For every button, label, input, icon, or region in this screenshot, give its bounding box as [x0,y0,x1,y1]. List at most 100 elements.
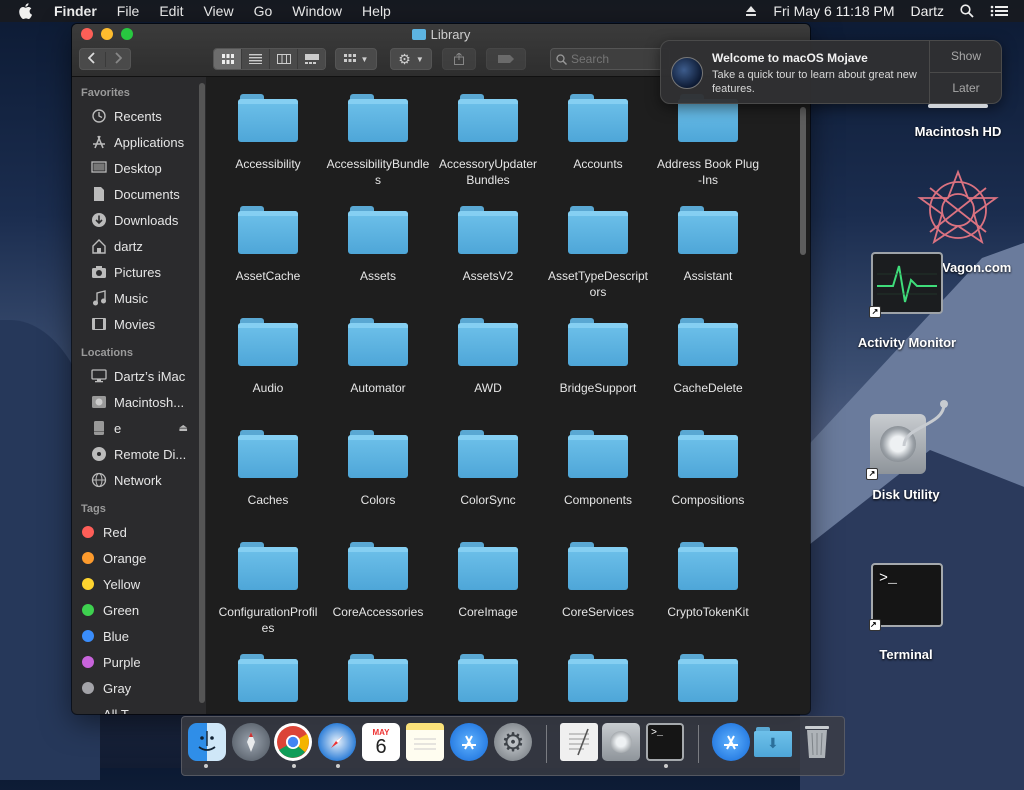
column-view-button[interactable] [270,49,298,69]
sidebar-item-dartz[interactable]: dartz [72,233,206,259]
list-view-button[interactable] [242,49,270,69]
sidebar-item-macintosh[interactable]: Macintosh... [72,389,206,415]
folder-item[interactable]: BridgeSupport [543,315,653,427]
search-field[interactable] [550,48,670,70]
sidebar-item-downloads[interactable]: Downloads [72,207,206,233]
sidebar-item-documents[interactable]: Documents [72,181,206,207]
dock-system-preferences-icon[interactable]: ⚙ [494,723,532,761]
sidebar-item-e[interactable]: e ⏏ [72,415,206,441]
folder-item[interactable]: Automator [323,315,433,427]
notification-later-button[interactable]: Later [930,73,1002,104]
folder-item[interactable]: Compositions [653,427,763,539]
dock-textedit-icon[interactable] [560,723,598,761]
menu-view[interactable]: View [203,3,233,19]
notification-show-button[interactable]: Show [930,41,1002,73]
welcome-notification[interactable]: Welcome to macOS Mojave Take a quick tou… [660,40,1002,104]
folder-item[interactable]: AssetCache [213,203,323,315]
folder-item[interactable]: Colors [323,427,433,539]
sidebar-item-movies[interactable]: Movies [72,311,206,337]
eject-icon[interactable] [745,5,757,17]
dock-launchpad-icon[interactable] [232,723,270,761]
desktop-item-disk-utility[interactable]: ↗ Disk Utility [850,396,962,504]
folder-item[interactable]: ColorSync [433,427,543,539]
forward-button[interactable] [106,51,131,67]
folder-item[interactable]: CoreImage [433,539,543,651]
dock-calendar-icon[interactable]: MAY 6 [362,723,400,761]
group-by-button[interactable]: ▼ [335,48,377,70]
folder-item[interactable] [543,651,653,714]
folder-item[interactable] [213,651,323,714]
dock-safari-icon[interactable] [318,723,356,761]
icon-view-button[interactable] [214,49,242,69]
sidebar-item-network[interactable]: Network [72,467,206,493]
folder-item[interactable]: AccessibilityBundles [323,91,433,203]
dock-terminal-icon[interactable]: >_ [646,723,684,761]
folder-item[interactable]: AWD [433,315,543,427]
apple-menu-icon[interactable] [18,3,36,19]
folder-item[interactable]: Assistant [653,203,763,315]
sidebar-tag-orange[interactable]: Orange [72,545,206,571]
menu-go[interactable]: Go [254,3,273,19]
gallery-view-button[interactable] [298,49,325,69]
folder-item[interactable]: CacheDelete [653,315,763,427]
menu-file[interactable]: File [117,3,140,19]
sidebar-item-pictures[interactable]: Pictures [72,259,206,285]
edit-tags-button[interactable] [486,48,526,70]
dock-app-store-icon[interactable] [450,723,488,761]
sidebar-item-dartz-s-imac[interactable]: Dartz’s iMac [72,363,206,389]
menu-edit[interactable]: Edit [159,3,183,19]
eject-icon[interactable]: ⏏ [179,423,188,434]
dock-applications-folder-icon[interactable] [712,723,750,761]
dock-chrome-icon[interactable] [274,723,312,761]
sidebar-item-desktop[interactable]: Desktop [72,155,206,181]
folder-item[interactable]: CryptoTokenKit [653,539,763,651]
share-button[interactable] [442,48,476,70]
menu-user[interactable]: Dartz [911,3,944,19]
desktop-item-macintosh-hd[interactable]: Macintosh HD [898,104,1018,140]
folder-item[interactable]: Components [543,427,653,539]
folder-item[interactable]: CoreServices [543,539,653,651]
desktop-item-activity-monitor[interactable]: ↗ Activity Monitor [850,252,964,352]
folder-item[interactable] [653,651,763,714]
content-scrollbar[interactable] [800,107,806,255]
folder-item[interactable]: Audio [213,315,323,427]
search-input[interactable] [567,52,661,66]
dock-downloads-folder-icon[interactable]: ⬇ [754,723,792,761]
sidebar-tag-purple[interactable]: Purple [72,649,206,675]
folder-item[interactable]: Address Book Plug-Ins [653,91,763,203]
dock-trash-icon[interactable] [798,723,836,761]
sidebar-item-remote-di[interactable]: Remote Di... [72,441,206,467]
folder-item[interactable]: AssetTypeDescriptors [543,203,653,315]
folder-item[interactable]: Assets [323,203,433,315]
sidebar-tag-all-t[interactable]: All T... [72,701,206,715]
desktop-item-terminal[interactable]: >_ ↗ Terminal [852,562,960,662]
folder-item[interactable]: Accessibility [213,91,323,203]
menu-help[interactable]: Help [362,3,391,19]
folder-item[interactable]: ConfigurationProfiles [213,539,323,651]
sidebar-item-music[interactable]: Music [72,285,206,311]
back-button[interactable] [80,51,106,67]
dock-notes-icon[interactable] [406,723,444,761]
sidebar-item-recents[interactable]: Recents [72,103,206,129]
folder-item[interactable]: AccessoryUpdaterBundles [433,91,543,203]
spotlight-search-icon[interactable] [960,4,974,18]
menu-clock[interactable]: Fri May 6 11:18 PM [773,3,894,19]
sidebar-tag-blue[interactable]: Blue [72,623,206,649]
dock-disk-utility-icon[interactable] [602,723,640,761]
menu-app-finder[interactable]: Finder [54,3,97,19]
folder-item[interactable]: Accounts [543,91,653,203]
folder-item[interactable]: CoreAccessories [323,539,433,651]
sidebar-item-applications[interactable]: Applications [72,129,206,155]
sidebar-tag-gray[interactable]: Gray [72,675,206,701]
folder-item[interactable] [433,651,543,714]
menu-window[interactable]: Window [292,3,342,19]
sidebar-scrollbar[interactable] [199,83,205,703]
folder-item[interactable] [323,651,433,714]
sidebar-tag-green[interactable]: Green [72,597,206,623]
sidebar-tag-yellow[interactable]: Yellow [72,571,206,597]
notification-center-icon[interactable] [990,5,1008,17]
folder-item[interactable]: Caches [213,427,323,539]
action-menu-button[interactable]: ⚙ ▼ [390,48,432,70]
sidebar-tag-red[interactable]: Red [72,519,206,545]
dock-finder-icon[interactable] [188,723,226,761]
